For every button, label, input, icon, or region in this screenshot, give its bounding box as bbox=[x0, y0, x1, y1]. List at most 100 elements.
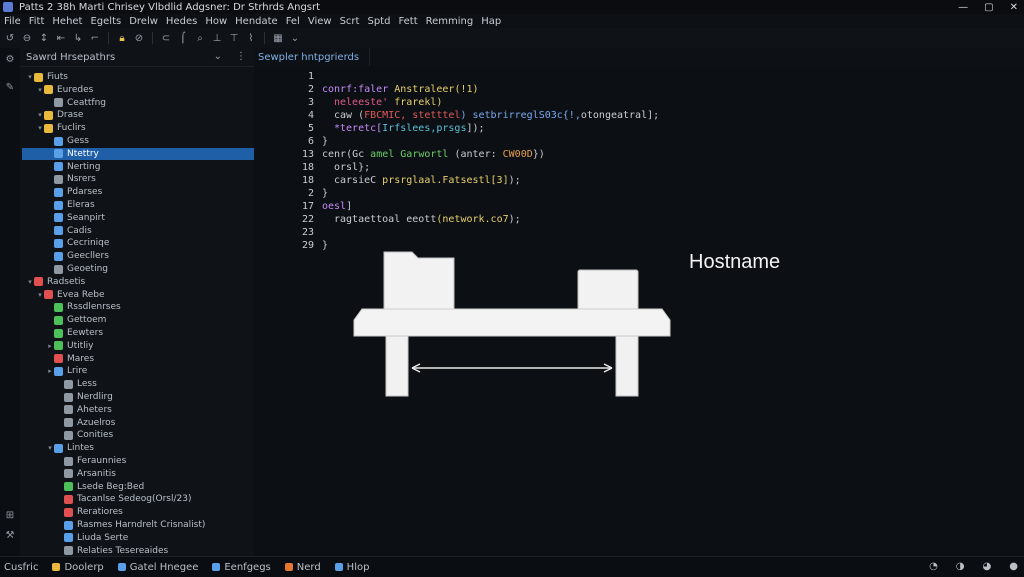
tree-item[interactable]: ▸ Utitliy bbox=[22, 340, 270, 352]
tree-item[interactable]: ▾ Euredes bbox=[22, 84, 260, 96]
notification-icon[interactable]: ◔ bbox=[929, 561, 938, 572]
status-item[interactable]: Eenfgegs bbox=[212, 562, 271, 573]
status-item[interactable]: Nerd bbox=[284, 562, 321, 573]
tree-item[interactable]: Ceattfng bbox=[22, 97, 270, 109]
menu-item-5[interactable]: Hedes bbox=[162, 16, 201, 27]
chevron-right-icon[interactable]: ▸ bbox=[46, 342, 54, 350]
menu-item-1[interactable]: Fitt bbox=[25, 16, 49, 27]
chevron-down-icon[interactable]: ▾ bbox=[36, 86, 44, 94]
tree-item[interactable]: Tacanlse Sedeog(Orsl/23) bbox=[22, 493, 280, 505]
pin-icon[interactable]: ⊤ bbox=[228, 32, 240, 44]
tree-item[interactable]: Rasmes Harndrelt Crisnalist) bbox=[22, 519, 280, 531]
tree-item[interactable]: Azuelros bbox=[22, 417, 280, 429]
status-item[interactable]: Hlop bbox=[334, 562, 369, 573]
redo-icon[interactable]: ⌐ bbox=[89, 32, 101, 44]
tree-item[interactable]: Relaties Tesereaides bbox=[22, 545, 280, 557]
tree-item[interactable]: Nerting bbox=[22, 161, 270, 173]
tree-item-label: Arsanitis bbox=[77, 468, 116, 479]
chevron-right-icon[interactable]: ▸ bbox=[46, 367, 54, 375]
tree-item[interactable]: Conities bbox=[22, 429, 280, 441]
more-icon[interactable]: ⋮ bbox=[236, 51, 246, 62]
status-item[interactable]: Doolerp bbox=[52, 562, 104, 573]
tree-item[interactable]: Eleras bbox=[22, 199, 270, 211]
tree-item[interactable]: Ntettry bbox=[22, 147, 270, 160]
maximize-icon[interactable]: ▢ bbox=[984, 2, 993, 13]
lock-icon[interactable]: 🔒︎ bbox=[116, 32, 128, 44]
editor-tab[interactable]: Sewpler hntpgrierds bbox=[256, 48, 371, 66]
tree-item[interactable]: ▾ Fiuts bbox=[22, 71, 250, 83]
back-icon[interactable]: ↺ bbox=[4, 32, 16, 44]
tree-item[interactable]: ▾ Lintes bbox=[22, 442, 270, 454]
tree-item[interactable]: Nerdlirg bbox=[22, 391, 280, 403]
tree-item[interactable]: Liuda Serte bbox=[22, 532, 280, 544]
menu-item-11[interactable]: Sptd bbox=[363, 16, 394, 27]
tree-item[interactable]: Lsede Beg:Bed bbox=[22, 481, 280, 493]
sync-icon[interactable]: ◑ bbox=[956, 561, 965, 572]
tree-item[interactable]: ▾ Drase bbox=[22, 109, 260, 121]
grid-icon[interactable]: ⊞ bbox=[4, 510, 16, 522]
tree-item[interactable]: Reratiores bbox=[22, 506, 280, 518]
tree-item[interactable]: Mares bbox=[22, 353, 270, 365]
pencil-icon[interactable]: ✎ bbox=[4, 82, 16, 94]
chevron-down-icon[interactable]: ⌄ bbox=[289, 32, 301, 44]
account-icon[interactable]: ◕ bbox=[983, 561, 992, 572]
find-icon[interactable]: ⌕ bbox=[194, 32, 206, 44]
minimize-icon[interactable]: — bbox=[958, 2, 968, 13]
chevron-down-icon[interactable]: ▾ bbox=[36, 124, 44, 132]
menu-item-6[interactable]: How bbox=[201, 16, 231, 27]
tree-item[interactable]: Cadis bbox=[22, 225, 270, 237]
save-icon[interactable]: ↕ bbox=[38, 32, 50, 44]
chevron-down-icon[interactable]: ▾ bbox=[26, 73, 34, 81]
tree-item[interactable]: Aheters bbox=[22, 404, 280, 416]
copy-icon[interactable]: ⊂ bbox=[160, 32, 172, 44]
bookmark-icon[interactable]: ⌇ bbox=[245, 32, 257, 44]
bell-icon[interactable]: ● bbox=[1009, 561, 1018, 572]
tools-icon[interactable]: ⚒ bbox=[4, 530, 16, 542]
tree-item[interactable]: Gettoem bbox=[22, 314, 270, 326]
status-item[interactable]: Gatel Hnegee bbox=[117, 562, 198, 573]
menu-item-0[interactable]: File bbox=[0, 16, 25, 27]
tree-item[interactable]: ▾ Fuclirs bbox=[22, 122, 260, 134]
tree-item[interactable]: Seanpirt bbox=[22, 212, 270, 224]
layout-icon[interactable]: ▦ bbox=[272, 32, 284, 44]
tree-item[interactable]: ▸ Lrire bbox=[22, 365, 270, 377]
chevron-down-icon[interactable]: ⌄ bbox=[214, 51, 222, 62]
menu-item-12[interactable]: Fett bbox=[394, 16, 421, 27]
menu-item-8[interactable]: Fel bbox=[282, 16, 304, 27]
tree-item[interactable]: Nsrers bbox=[22, 173, 270, 185]
status-item[interactable]: Cusfric bbox=[4, 562, 38, 573]
menu-item-13[interactable]: Remming bbox=[422, 16, 478, 27]
menu-item-14[interactable]: Hap bbox=[477, 16, 505, 27]
menu-item-3[interactable]: Egelts bbox=[86, 16, 125, 27]
tree-item[interactable]: Geoeting bbox=[22, 263, 270, 275]
menu-item-4[interactable]: Drelw bbox=[125, 16, 162, 27]
tree-item[interactable]: Gess bbox=[22, 135, 270, 147]
close-icon[interactable]: ✕ bbox=[1010, 2, 1018, 13]
settings-icon[interactable]: ⚙ bbox=[4, 54, 16, 66]
tree-item[interactable]: Rssdlenrses bbox=[22, 301, 270, 313]
tree-item[interactable]: Cecriniqe bbox=[22, 237, 270, 249]
menu-item-10[interactable]: Scrt bbox=[336, 16, 364, 27]
tree-item[interactable]: ▾ Evea Rebe bbox=[22, 289, 260, 301]
menu-item-9[interactable]: View bbox=[304, 16, 336, 27]
tree-item[interactable]: Pdarses bbox=[22, 186, 270, 198]
tree-item[interactable]: ▾ Radsetis bbox=[22, 276, 250, 288]
tree-item[interactable]: Geecllers bbox=[22, 250, 270, 262]
tree-item[interactable]: Arsanitis bbox=[22, 468, 280, 480]
forward-icon[interactable]: ⊖ bbox=[21, 32, 33, 44]
paste-icon[interactable]: ⌠ bbox=[177, 32, 189, 44]
chevron-down-icon[interactable]: ▾ bbox=[36, 111, 44, 119]
tree-item[interactable]: Eewters bbox=[22, 327, 270, 339]
tree-item[interactable]: Less bbox=[22, 378, 280, 390]
replace-icon[interactable]: ⊥ bbox=[211, 32, 223, 44]
chevron-down-icon[interactable]: ▾ bbox=[46, 444, 54, 452]
tree-item[interactable]: Feraunnies bbox=[22, 455, 280, 467]
chevron-down-icon[interactable]: ▾ bbox=[36, 291, 44, 299]
cut-icon[interactable]: ⊘ bbox=[133, 32, 145, 44]
undo-icon[interactable]: ↳ bbox=[72, 32, 84, 44]
file-icon bbox=[64, 405, 73, 415]
open-icon[interactable]: ⇤ bbox=[55, 32, 67, 44]
menu-item-7[interactable]: Hendate bbox=[231, 16, 282, 27]
menu-item-2[interactable]: Hehet bbox=[48, 16, 86, 27]
chevron-down-icon[interactable]: ▾ bbox=[26, 278, 34, 286]
